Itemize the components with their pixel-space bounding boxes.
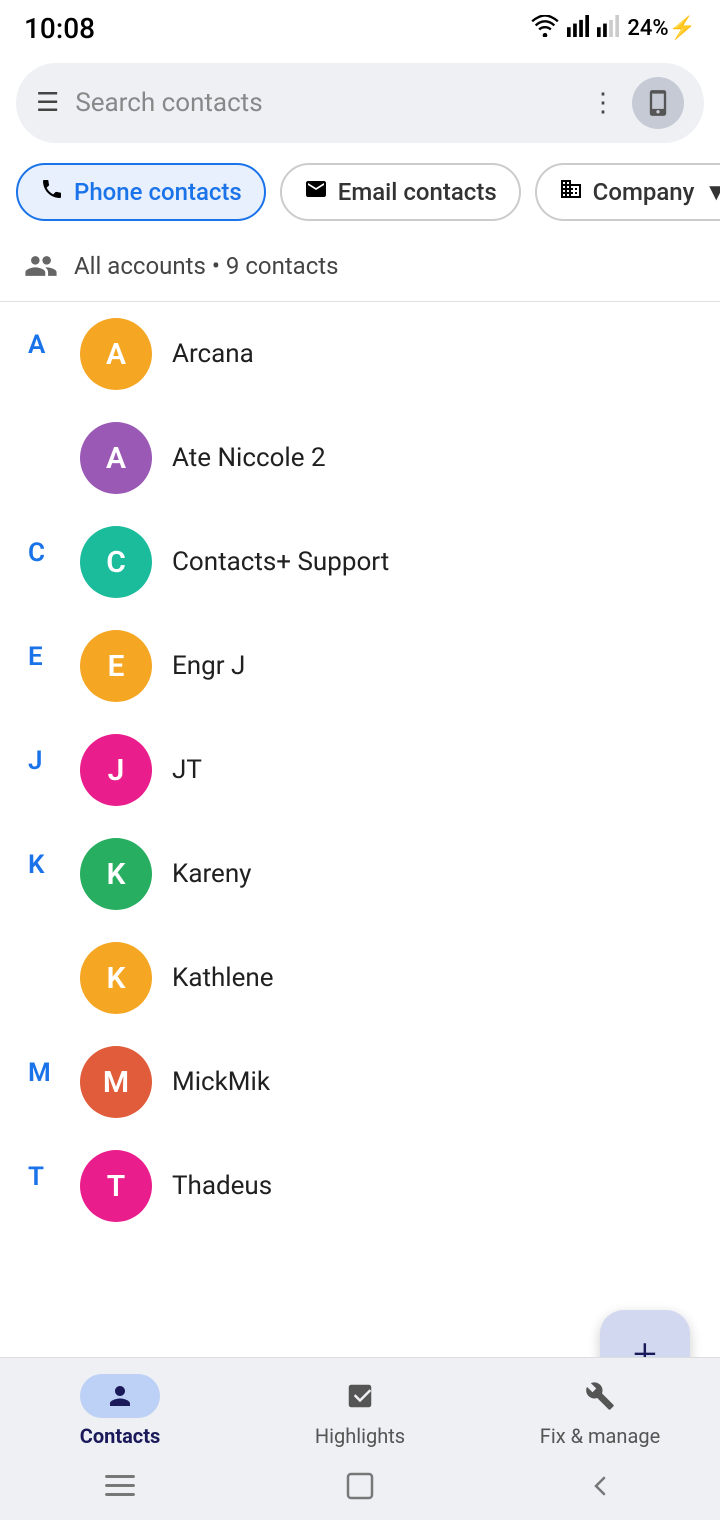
contact-section-K: KKKarenyKKathlene [0,822,720,1030]
contact-item-kareny[interactable]: K Kareny [80,822,720,926]
bottom-nav: Contacts Highlights Fix & manage [0,1357,720,1520]
contact-name: Arcana [172,339,254,369]
more-options-icon[interactable]: ⋮ [590,88,616,118]
avatar-kathlene: K [80,942,152,1014]
menu-icon[interactable]: ☰ [36,88,59,118]
status-icons: 24%⚡ [531,15,696,43]
contacts-list: AAArcanaAAte Niccole 2CCContacts+ Suppor… [0,302,720,1238]
avatar-mickmik: M [80,1046,152,1118]
search-input-placeholder[interactable]: Search contacts [75,88,574,118]
highlights-nav-icon-wrap [320,1374,400,1418]
system-nav [0,1458,720,1520]
section-letter-C: C [0,510,80,568]
contact-item-arcana[interactable]: A Arcana [80,302,720,406]
contact-item-thadeus[interactable]: T Thadeus [80,1134,720,1238]
contact-name: Kareny [172,859,251,889]
sys-back-icon[interactable] [582,1472,618,1500]
contacts-nav-icon [105,1381,135,1411]
signal2-icon [597,15,619,43]
contacts-nav-label: Contacts [80,1424,161,1448]
nav-item-highlights[interactable]: Highlights [290,1374,430,1448]
highlights-nav-icon [345,1381,375,1411]
account-info-text: All accounts • 9 contacts [74,252,339,280]
search-bar[interactable]: ☰ Search contacts ⋮ [16,63,704,143]
device-icon[interactable] [632,77,684,129]
fix-nav-icon-wrap [560,1374,640,1418]
section-contacts-E-3: E Engr J [80,614,720,718]
contact-item-contacts+-support[interactable]: C Contacts+ Support [80,510,720,614]
status-time: 10:08 [24,12,95,45]
account-info: All accounts • 9 contacts [0,231,720,302]
avatar-engr-j: E [80,630,152,702]
contact-item-mickmik[interactable]: M MickMik [80,1030,720,1134]
contact-section-C: CC Contacts+ Support [0,510,720,614]
section-contacts-T-8: T Thadeus [80,1134,720,1238]
signal1-icon [567,15,589,43]
contact-name: Contacts+ Support [172,547,389,577]
battery-text: 24%⚡ [627,16,696,41]
filter-chip-email[interactable]: Email contacts [280,163,521,221]
contact-item-kathlene[interactable]: K Kathlene [80,926,720,1030]
section-letter-A: A [0,302,80,360]
section-contacts-J-4: J JT [80,718,720,822]
contact-item-ate-niccole-2[interactable]: A Ate Niccole 2 [80,406,720,510]
nav-item-contacts[interactable]: Contacts [50,1374,190,1448]
filter-chip-company[interactable]: Company ▼ [535,163,720,221]
sys-menu-icon[interactable] [102,1472,138,1500]
avatar-jt: J [80,734,152,806]
nav-items: Contacts Highlights Fix & manage [0,1358,720,1458]
contact-item-jt[interactable]: J JT [80,718,720,822]
contacts-nav-icon-wrap [80,1374,160,1418]
contact-section-J: JJ JT [0,718,720,822]
filter-chip-phone[interactable]: Phone contacts [16,163,266,221]
contact-name: Kathlene [172,963,274,993]
filter-chip-company-label: Company [593,178,695,206]
section-contacts-K-5: K Kareny K Kathlene [80,822,720,1030]
section-contacts-C-2: C Contacts+ Support [80,510,720,614]
wifi-icon [531,15,559,43]
highlights-nav-label: Highlights [315,1424,405,1448]
nav-item-fix[interactable]: Fix & manage [530,1374,670,1448]
section-letter-K: K [0,822,80,880]
contact-section-T: TT Thadeus [0,1134,720,1238]
company-chip-icon [559,177,583,207]
filter-chip-phone-label: Phone contacts [74,178,242,206]
avatar-thadeus: T [80,1150,152,1222]
contact-item-engr-j[interactable]: E Engr J [80,614,720,718]
contact-section-A: AAArcanaAAte Niccole 2 [0,302,720,510]
contact-name: Thadeus [172,1171,272,1201]
avatar-ate-niccole-2: A [80,422,152,494]
email-chip-icon [304,177,328,207]
contact-section-E: EE Engr J [0,614,720,718]
filter-bar: Phone contacts Email contacts Company ▼ [0,153,720,231]
filter-chip-email-label: Email contacts [338,178,497,206]
section-letter-M: M [0,1030,80,1088]
contact-name: MickMik [172,1067,270,1097]
contact-section-M: MM MickMik [0,1030,720,1134]
contact-name: JT [172,755,202,785]
phone-chip-icon [40,177,64,207]
section-letter-J: J [0,718,80,776]
section-letter-E: E [0,614,80,672]
status-bar: 10:08 [0,0,720,53]
accounts-icon [24,249,58,283]
fix-nav-icon [585,1381,615,1411]
section-contacts-A-0: A Arcana A Ate Niccole 2 [80,302,720,510]
avatar-arcana: A [80,318,152,390]
company-dropdown-icon: ▼ [704,178,720,207]
section-contacts-M-7: M MickMik [80,1030,720,1134]
section-letter-T: T [0,1134,80,1192]
contact-name: Ate Niccole 2 [172,443,326,473]
contact-name: Engr J [172,651,245,681]
avatar-contacts+-support: C [80,526,152,598]
fix-nav-label: Fix & manage [540,1424,660,1448]
sys-home-icon[interactable] [342,1472,378,1500]
avatar-kareny: K [80,838,152,910]
